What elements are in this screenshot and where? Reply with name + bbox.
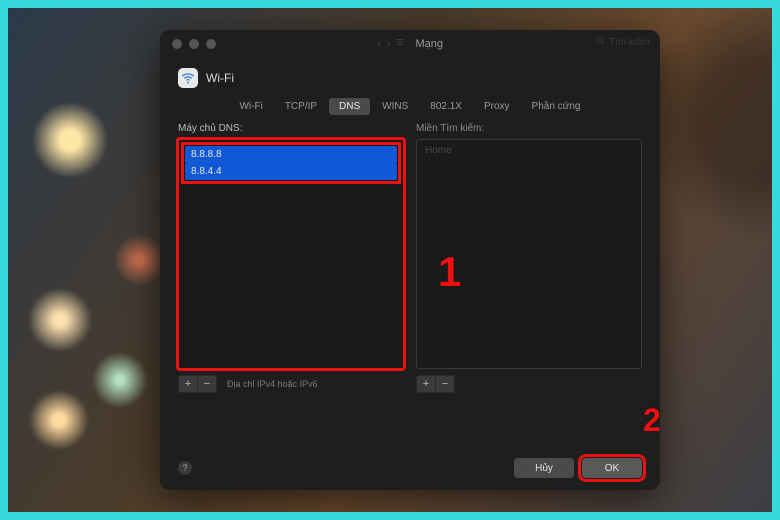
dns-servers-label: Máy chủ DNS: xyxy=(178,123,404,139)
tab-proxy[interactable]: Proxy xyxy=(474,98,520,115)
window-controls xyxy=(160,39,216,49)
search-domain-placeholder: Home xyxy=(419,142,639,159)
tab-tcpip[interactable]: TCP/IP xyxy=(275,98,327,115)
dns-servers-column: Máy chủ DNS: 8.8.8.8 8.8.4.4 + − Địa chỉ… xyxy=(178,123,404,393)
tab-bar: Wi-Fi TCP/IP DNS WINS 802.1X Proxy Phần … xyxy=(178,98,642,115)
dns-server-row[interactable]: 8.8.4.4 xyxy=(185,163,397,180)
tab-dns[interactable]: DNS xyxy=(329,98,370,115)
add-domain-button[interactable]: + xyxy=(416,375,436,393)
grid-icon[interactable]: ☰ xyxy=(396,38,403,50)
ok-button[interactable]: OK xyxy=(582,458,642,478)
nav-buttons: ‹ › ☰ xyxy=(377,38,404,50)
remove-domain-button[interactable]: − xyxy=(436,375,455,393)
dns-hint: Địa chỉ IPv4 hoặc IPv6 xyxy=(227,379,318,389)
forward-icon[interactable]: › xyxy=(387,38,391,50)
dns-server-row[interactable]: 8.8.8.8 xyxy=(185,146,397,163)
search-field[interactable]: Tìm kiếm xyxy=(596,36,650,48)
window-title: Mạng xyxy=(415,38,443,50)
search-domains-column: Miền Tìm kiếm: Home + − xyxy=(416,123,642,393)
search-icon xyxy=(596,36,605,48)
footer: ? Hủy OK xyxy=(178,458,642,478)
close-icon[interactable] xyxy=(172,39,182,49)
add-dns-button[interactable]: + xyxy=(178,375,198,393)
search-domains-label: Miền Tìm kiếm: xyxy=(416,123,642,139)
titlebar: ‹ › ☰ Mạng Tìm kiếm xyxy=(160,30,660,58)
tab-hardware[interactable]: Phần cứng xyxy=(522,98,591,115)
search-placeholder: Tìm kiếm xyxy=(609,37,650,48)
sheet-body: Máy chủ DNS: 8.8.8.8 8.8.4.4 + − Địa chỉ… xyxy=(160,123,660,393)
minimize-icon[interactable] xyxy=(189,39,199,49)
search-domain-buttons: + − xyxy=(416,375,642,393)
help-button[interactable]: ? xyxy=(178,461,192,475)
sheet-title: Wi-Fi xyxy=(206,71,234,85)
zoom-icon[interactable] xyxy=(206,39,216,49)
sheet-header: Wi-Fi xyxy=(160,58,660,94)
dns-buttons: + − Địa chỉ IPv4 hoặc IPv6 xyxy=(178,375,404,393)
tab-wifi[interactable]: Wi-Fi xyxy=(229,98,272,115)
tab-wins[interactable]: WINS xyxy=(372,98,418,115)
network-preferences-window: ‹ › ☰ Mạng Tìm kiếm Wi-Fi Wi-Fi TCP/IP D… xyxy=(160,30,660,490)
wifi-icon xyxy=(178,68,198,88)
cancel-button[interactable]: Hủy xyxy=(514,458,574,478)
search-domains-list[interactable]: Home xyxy=(416,139,642,369)
dns-servers-list[interactable]: 8.8.8.8 8.8.4.4 xyxy=(178,139,404,369)
back-icon[interactable]: ‹ xyxy=(377,38,381,50)
remove-dns-button[interactable]: − xyxy=(198,375,217,393)
tab-8021x[interactable]: 802.1X xyxy=(420,98,472,115)
